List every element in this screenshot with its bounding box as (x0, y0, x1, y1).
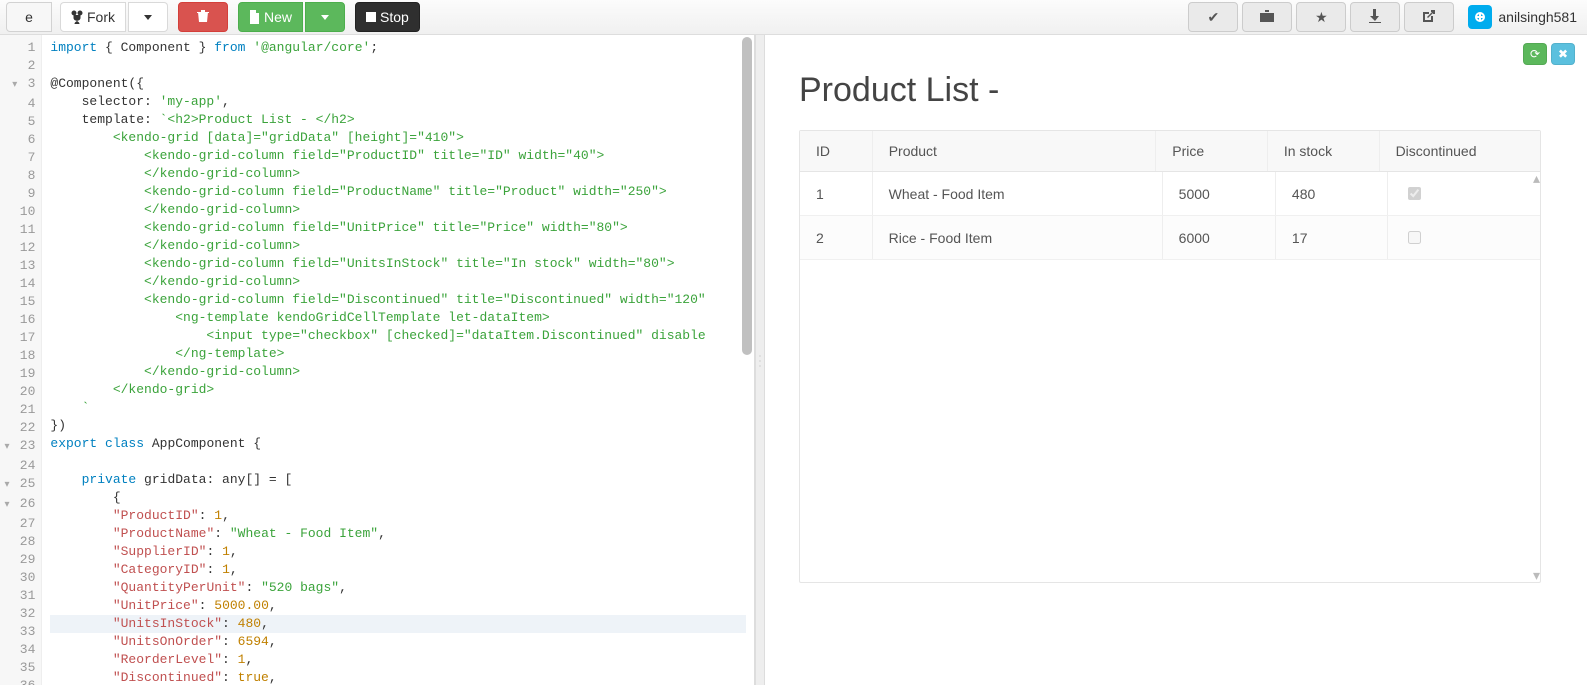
username: anilsingh581 (1498, 9, 1577, 25)
table-row[interactable]: 1Wheat - Food Item5000480 (800, 172, 1540, 216)
grid-header-row: IDProductPriceIn stockDiscontinued (800, 131, 1540, 172)
preview-refresh-button[interactable]: ⟳ (1523, 43, 1547, 65)
open-external-button[interactable] (1404, 2, 1454, 32)
grid-scrollbar-bottom-arrow[interactable]: ▾ (1530, 568, 1538, 580)
trash-icon (197, 9, 209, 26)
column-header-id[interactable]: ID (800, 131, 872, 172)
preview-toolbar: ⟳ ✖ (1523, 43, 1575, 65)
fork-dropdown-button[interactable] (128, 2, 168, 32)
cell-price: 5000 (1162, 172, 1275, 216)
discontinued-checkbox (1408, 187, 1421, 200)
grid-scrollbar-top-arrow[interactable]: ▴ (1530, 174, 1538, 186)
discontinued-checkbox (1408, 231, 1421, 244)
file-icon (249, 10, 260, 24)
cell-disc (1387, 216, 1540, 260)
editor-scrollbar[interactable] (742, 37, 752, 626)
cell-disc (1387, 172, 1540, 216)
star-icon: ★ (1315, 9, 1328, 26)
cell-price: 6000 (1162, 216, 1275, 260)
editor-pane: 12▾ 345678910111213141516171819202122▾ 2… (0, 35, 755, 685)
preview-expand-button[interactable]: ✖ (1551, 43, 1575, 65)
cell-id: 2 (800, 216, 872, 260)
new-dropdown-button[interactable] (305, 2, 345, 32)
column-header-stock[interactable]: In stock (1267, 131, 1379, 172)
stop-button[interactable]: Stop (355, 2, 420, 32)
column-header-price[interactable]: Price (1156, 131, 1268, 172)
expand-icon: ✖ (1558, 47, 1568, 61)
refresh-icon: ⟳ (1530, 47, 1540, 61)
new-button[interactable]: New (238, 2, 303, 32)
code-editor[interactable]: import { Component } from '@angular/core… (42, 35, 754, 685)
download-icon (1369, 9, 1381, 26)
fork-label: Fork (87, 9, 115, 25)
grid-body: 1Wheat - Food Item50004802Rice - Food It… (800, 172, 1540, 260)
briefcase-button[interactable] (1242, 2, 1292, 32)
cell-stock: 17 (1275, 216, 1387, 260)
briefcase-icon (1260, 9, 1274, 25)
fork-button[interactable]: Fork (60, 2, 126, 32)
delete-button[interactable] (178, 2, 228, 32)
new-label: New (264, 9, 292, 25)
download-button[interactable] (1350, 2, 1400, 32)
save-button[interactable]: e (6, 2, 52, 32)
chevron-down-icon (321, 15, 329, 20)
column-header-product[interactable]: Product (872, 131, 1156, 172)
preview-pane: ⟳ ✖ Product List - IDProductPriceIn stoc… (765, 35, 1587, 685)
user-menu[interactable]: anilsingh581 (1462, 5, 1583, 29)
cell-product: Rice - Food Item (872, 216, 1162, 260)
stop-icon (366, 12, 376, 22)
editor-gutter: 12▾ 345678910111213141516171819202122▾ 2… (0, 35, 42, 685)
page-title: Product List - (799, 71, 1553, 110)
star-button[interactable]: ★ (1296, 2, 1346, 32)
external-link-icon (1423, 9, 1435, 25)
check-icon: ✔ (1208, 9, 1220, 26)
fork-icon (71, 10, 83, 24)
stop-label: Stop (380, 9, 409, 25)
chevron-up-icon: ▴ (1533, 170, 1540, 187)
avatar (1468, 5, 1492, 29)
chevron-down-icon (144, 15, 152, 20)
column-header-disc[interactable]: Discontinued (1379, 131, 1540, 172)
scrollbar-thumb[interactable] (742, 37, 752, 355)
cell-stock: 480 (1275, 172, 1387, 216)
check-button[interactable]: ✔ (1188, 2, 1238, 32)
cell-id: 1 (800, 172, 872, 216)
table-row[interactable]: 2Rice - Food Item600017 (800, 216, 1540, 260)
main-split: 12▾ 345678910111213141516171819202122▾ 2… (0, 35, 1587, 685)
splitter-handle[interactable]: ··· (755, 35, 765, 685)
product-grid: IDProductPriceIn stockDiscontinued 1Whea… (799, 130, 1541, 583)
top-toolbar: e Fork New Stop (0, 0, 1587, 35)
cell-product: Wheat - Food Item (872, 172, 1162, 216)
chevron-down-icon: ▾ (1533, 567, 1540, 584)
